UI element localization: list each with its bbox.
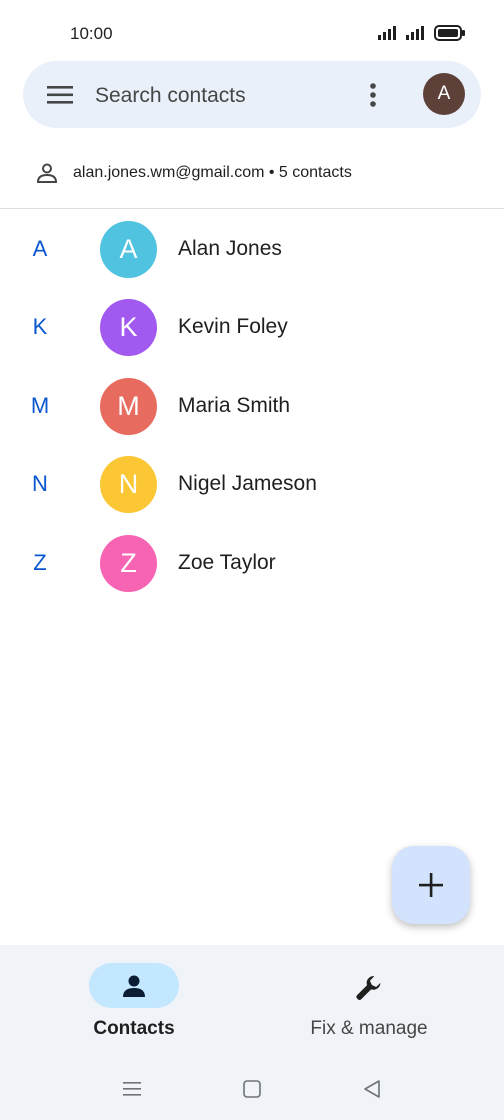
nav-tab-contacts[interactable]: Contacts: [8, 945, 260, 1065]
account-avatar[interactable]: A: [423, 73, 465, 115]
contact-row[interactable]: M M Maria Smith: [0, 367, 504, 445]
section-letter: Z: [33, 550, 47, 575]
contacts-screen: 10:00 Search contacts A alan.jones.wm@gm…: [0, 0, 504, 1120]
contact-avatar: M: [100, 378, 157, 435]
plus-icon: [419, 873, 443, 897]
section-letter: K: [32, 314, 48, 339]
contact-name: Alan Jones: [178, 237, 282, 260]
contact-row[interactable]: Z Z Zoe Taylor: [0, 524, 504, 602]
battery-icon: [434, 25, 465, 41]
contact-name: Nigel Jameson: [178, 472, 317, 495]
status-bar: 10:00: [0, 0, 504, 56]
section-letter: N: [32, 471, 48, 496]
person-icon: [123, 975, 145, 997]
back-icon[interactable]: [359, 1076, 385, 1102]
contact-avatar: K: [100, 299, 157, 356]
contact-row[interactable]: K K Kevin Foley: [0, 288, 504, 366]
nav-label-fix-manage: Fix & manage: [310, 1018, 428, 1039]
account-summary: alan.jones.wm@gmail.com • 5 contacts: [73, 164, 352, 181]
search-bar[interactable]: Search contacts A: [23, 61, 481, 128]
nav-active-indicator: [89, 963, 179, 1008]
contact-avatar: Z: [100, 535, 157, 592]
nav-tab-fix-manage[interactable]: Fix & manage: [243, 945, 495, 1065]
section-letter: A: [32, 236, 48, 261]
status-icons: [378, 25, 466, 41]
contact-row[interactable]: A A Alan Jones: [0, 210, 504, 288]
contact-name: Maria Smith: [178, 394, 291, 417]
menu-icon[interactable]: [47, 83, 75, 107]
status-time: 10:00: [70, 24, 113, 43]
recent-apps-icon[interactable]: [119, 1076, 145, 1102]
signal-icon-2: [406, 26, 424, 40]
search-input[interactable]: Search contacts: [95, 84, 246, 108]
wrench-icon: [356, 976, 381, 1001]
more-options-icon[interactable]: [365, 81, 381, 109]
bottom-navigation: Contacts Fix & manage: [0, 945, 504, 1120]
contact-row[interactable]: N N Nigel Jameson: [0, 445, 504, 523]
contact-avatar: A: [100, 221, 157, 278]
system-navigation-bar: [0, 1070, 504, 1110]
home-icon[interactable]: [239, 1076, 265, 1102]
account-row: alan.jones.wm@gmail.com • 5 contacts: [0, 148, 504, 196]
person-outline-icon: [36, 163, 58, 183]
signal-icon: [378, 26, 396, 40]
contact-avatar: N: [100, 456, 157, 513]
divider: [0, 208, 504, 209]
nav-label-contacts: Contacts: [93, 1018, 175, 1039]
section-letter: M: [30, 393, 50, 418]
contact-name: Kevin Foley: [178, 315, 288, 338]
add-contact-button[interactable]: [392, 846, 470, 924]
contact-name: Zoe Taylor: [178, 551, 276, 574]
